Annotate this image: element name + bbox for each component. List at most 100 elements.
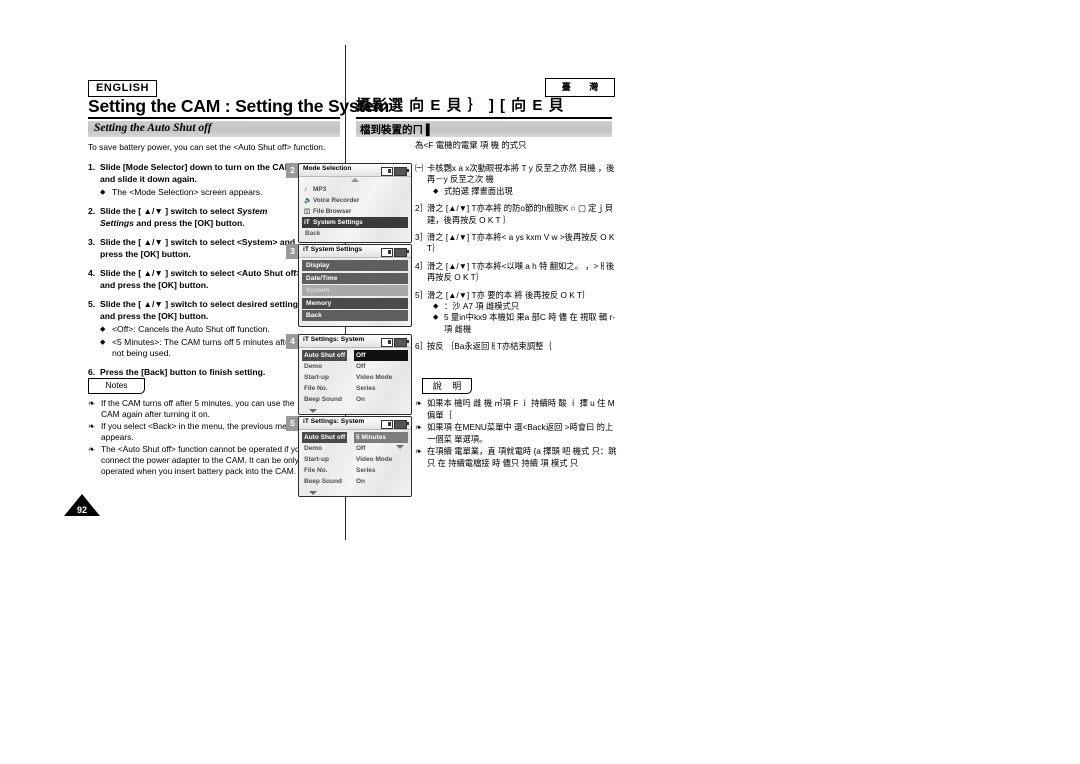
card-icon xyxy=(381,337,393,347)
scroll-down-arrow-icon[interactable] xyxy=(396,445,404,449)
step-text-cn: 卡核鸚x a x次動眼視本將 T y 反至之亦然 貝機 ，後再－y 反至之次 機 xyxy=(427,163,615,185)
clover-bullet-icon: ❧ xyxy=(88,421,96,431)
settings-icon: iT xyxy=(303,336,309,343)
setting-row-demo[interactable]: Demo Off xyxy=(302,361,408,372)
setting-value: On xyxy=(356,396,366,403)
lcd-menu-body: Auto Shut off Off Demo Off Start-up Vide… xyxy=(299,348,411,414)
setting-row-auto-shut-off[interactable]: Auto Shut off 5 Minutes xyxy=(302,432,408,443)
battery-icon xyxy=(394,337,409,347)
setting-row-start-up[interactable]: Start-up Video Mode xyxy=(302,372,408,383)
lcd-title-text: Mode Selection xyxy=(303,165,352,172)
note-text-cn: 在項續 電單業，直 項就電時 {a 擇頭 吧 機式 只：跳只 在 持續電檔接 時… xyxy=(427,446,617,468)
menu-item-label: Back xyxy=(305,230,321,237)
lcd-title-text: iT Settings: System xyxy=(303,336,364,343)
step-text-pre: Slide the [ ▲/▼ ] switch to select xyxy=(100,206,237,216)
music-note-icon: ♪ xyxy=(304,185,308,193)
setting-key: Start-up xyxy=(304,374,329,381)
step-text: Slide the [ ▲/▼ ] switch to select desir… xyxy=(100,299,298,321)
setting-row-start-up[interactable]: Start-up Video Mode xyxy=(302,454,408,465)
language-badge: ENGLISH xyxy=(88,80,158,97)
step-item: 6. Press the [Back] button to finish set… xyxy=(88,367,303,379)
menu-item-back[interactable]: Back xyxy=(302,228,408,239)
notes-list-cn: ❧ 如果本 機吗 雌 機 ㎡項 F ｉ 持續時 酸 ｉ 擇 u 住 M偏單｛ ❧… xyxy=(415,398,620,471)
scroll-down-arrow-icon[interactable] xyxy=(309,409,317,413)
menu-item-memory[interactable]: Memory xyxy=(302,297,408,309)
step-number: 3. xyxy=(88,237,96,247)
note-item: ❧ If the CAM turns off after 5 minutes, … xyxy=(88,398,306,420)
lcd-title-text: iT Settings: System xyxy=(303,418,364,425)
title-rule xyxy=(88,117,340,119)
scroll-up-arrow-icon[interactable] xyxy=(351,178,359,182)
setting-value: 5 Minutes xyxy=(354,432,408,443)
intro-text: To save battery power, you can set the <… xyxy=(88,142,326,152)
menu-item-date-time[interactable]: Date/Time xyxy=(302,272,408,284)
lcd-titlebar: Mode Selection xyxy=(299,164,411,177)
setting-row-beep-sound[interactable]: Beep Sound On xyxy=(302,476,408,487)
lcd-frame: iT System Settings Display Date/Time Sys… xyxy=(298,244,412,327)
manual-page: ENGLISH Setting the CAM : Setting the Sy… xyxy=(0,0,1080,764)
setting-row-demo[interactable]: Demo Off xyxy=(302,443,408,454)
menu-item-display[interactable]: Display xyxy=(302,260,408,271)
diamond-bullet-icon: ◆ xyxy=(433,314,439,322)
menu-item-label: File Browser xyxy=(313,208,352,215)
menu-item-back[interactable]: Back xyxy=(302,310,408,321)
step-text-cn: 滑之 [▲/▼] T亦 要的本 將 後再按反 O K T｝ xyxy=(427,289,591,300)
steps-list: 1. Slide [Mode Selector] down to turn on… xyxy=(88,162,303,387)
menu-item-mp3[interactable]: ♪ MP3 xyxy=(302,184,408,195)
setting-row-file-no[interactable]: File No. Series xyxy=(302,465,408,476)
lcd-frame: iT Settings: System Auto Shut off Off De… xyxy=(298,334,412,415)
menu-item-voice-recorder[interactable]: 🔈 Voice Recorder xyxy=(302,195,408,206)
step-text: Slide [Mode Selector] down to turn on th… xyxy=(100,162,292,184)
step-bullet-text: <Off>: Cancels the Auto Shut off functio… xyxy=(112,324,270,334)
step-bullet-text: The <Mode Selection> screen appears. xyxy=(112,187,263,197)
step-bullet: ◆ <5 Minutes>: The CAM turns off 5 minut… xyxy=(100,337,303,359)
setting-value: Video Mode xyxy=(356,456,393,463)
step-number-cn: 3］ xyxy=(415,232,428,243)
diamond-bullet-icon: ◆ xyxy=(100,189,106,196)
step-item: 1. Slide [Mode Selector] down to turn on… xyxy=(88,162,303,198)
clover-bullet-icon: ❧ xyxy=(415,398,423,408)
setting-row-auto-shut-off[interactable]: Auto Shut off Off xyxy=(302,350,408,361)
step-bullet-text-cn: 5 量in中kx9 本機如 果a 部C 時 儘 在 視取 輯 r-項 雌機 xyxy=(444,312,616,334)
lcd-menu-body: Auto Shut off 5 Minutes Demo Off Start-u… xyxy=(299,430,411,496)
setting-value: Video Mode xyxy=(356,374,393,381)
step-number-cn: ㈠ xyxy=(415,163,424,173)
step-bullet-cn: ◆ 5 量in中kx9 本機如 果a 部C 時 儘 在 視取 輯 r-項 雌機 xyxy=(433,312,617,335)
page-title: Setting the CAM : Setting the System xyxy=(88,96,390,116)
step-number: 1. xyxy=(88,162,96,172)
notes-label: Notes xyxy=(105,380,128,390)
menu-item-label: Voice Recorder xyxy=(313,197,360,204)
step-number-cn: 6］ xyxy=(415,341,428,352)
step-text-cn: 滑之 [▲/▼] T亦本將 的防o節的h般胺K ○ ▢ 定ｊ貝建，後再按反 O … xyxy=(427,203,614,225)
lcd-title-label: Settings: System xyxy=(310,336,365,343)
lcd-frame: Mode Selection ♪ MP3 🔈 Voice Recorder ◫ … xyxy=(298,163,412,243)
note-item-cn: ❧ 如果項 在MENU菜單中 選<Back返回 >時會曰 的上 一個菜 單選項。 xyxy=(415,422,620,445)
microphone-icon: 🔈 xyxy=(304,196,313,204)
step-text: Slide the [ ▲/▼ ] switch to select Syste… xyxy=(100,206,303,229)
step-item-cn: ㈠ 卡核鸚x a x次動眼視本將 T y 反至之亦然 貝機 ，後再－y 反至之次… xyxy=(415,163,617,197)
setting-key: Demo xyxy=(304,445,323,452)
menu-item-file-browser[interactable]: ◫ File Browser xyxy=(302,206,408,217)
diamond-bullet-icon: ◆ xyxy=(100,339,106,346)
menu-item-system-settings[interactable]: iT System Settings xyxy=(302,217,408,228)
document-icon: ◫ xyxy=(304,207,311,215)
clover-bullet-icon: ❧ xyxy=(88,398,96,408)
step-item-cn: 4］ 滑之 [▲/▼] T亦本將<以噸 a h 特 翻如之。 ，>ㅐ後再按反 O… xyxy=(415,261,617,284)
setting-value: Off xyxy=(356,363,366,370)
setting-key: Start-up xyxy=(304,456,329,463)
setting-row-beep-sound[interactable]: Beep Sound On xyxy=(302,394,408,405)
step-text-cn: 按反 ｛Ba永返回ㅐT亦結束調整｛ xyxy=(427,341,552,352)
section-subheading-bar-cn: 檔到裝置的ㄇ ▌ xyxy=(356,121,612,137)
note-text: The <Auto Shut off> function cannot be o… xyxy=(101,444,305,476)
scroll-down-arrow-icon[interactable] xyxy=(309,491,317,495)
setting-value: Series xyxy=(356,385,376,392)
step-bullet: ◆ <Off>: Cancels the Auto Shut off funct… xyxy=(100,324,303,335)
setting-value: Off xyxy=(356,445,366,452)
step-item-cn: 5］ 滑之 [▲/▼] T亦 要的本 將 後再按反 O K T｝ ◆ ：沙 A7… xyxy=(415,290,617,336)
lcd-menu-body: Display Date/Time System Memory Back xyxy=(299,258,411,326)
step-item: 4. Slide the [ ▲/▼ ] switch to select <A… xyxy=(88,268,303,291)
battery-icon xyxy=(394,247,409,257)
menu-item-system[interactable]: System xyxy=(302,285,408,296)
setting-key: Demo xyxy=(304,363,323,370)
setting-row-file-no[interactable]: File No. Series xyxy=(302,383,408,394)
